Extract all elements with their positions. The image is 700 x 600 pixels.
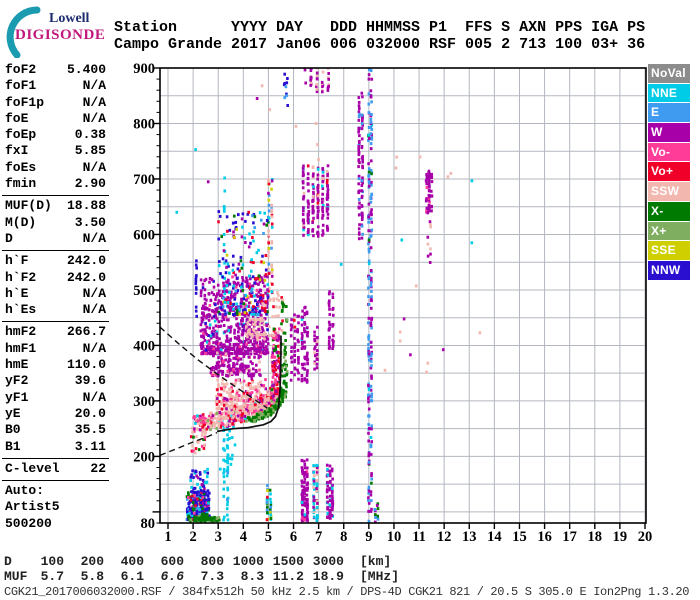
y-tick-label: 500 — [133, 283, 155, 299]
muf-value: 6.6 — [160, 569, 184, 584]
x-tick-label: 17 — [562, 529, 577, 545]
x-tick-label: 9 — [365, 529, 372, 545]
legend-item-sse: SSE — [648, 241, 690, 260]
muf-unit: [MHz] — [360, 569, 400, 584]
muf-value: 5.7 — [40, 569, 64, 584]
status-line: CGK21_2017006032000.RSF / 384fx512h 50 k… — [4, 585, 690, 599]
x-tick-label: 2 — [189, 529, 196, 545]
y-tick-label: 900 — [133, 61, 155, 77]
distance-unit: [km] — [360, 554, 392, 569]
distance-value: 100 — [40, 554, 64, 569]
cluster-rfi-6p9-bottom — [312, 463, 319, 522]
legend-item-vo: Vo- — [648, 142, 690, 162]
cluster-sparse-right — [383, 155, 482, 372]
x-tick-label: 3 — [215, 529, 222, 545]
cluster-rfi-6p4-bottom — [300, 458, 310, 523]
x-tick-label: 11 — [412, 529, 426, 545]
x-tick-label: 6 — [290, 529, 297, 545]
y-tick-label: 800 — [133, 116, 155, 132]
muf-value: 6.1 — [120, 569, 144, 584]
x-tick-label: 19 — [613, 529, 628, 545]
distance-value: 800 — [200, 554, 224, 569]
x-tick-label: 14 — [487, 529, 502, 545]
cluster-sparse-11p4 — [426, 211, 432, 264]
muf-value: 18.9 — [312, 569, 344, 584]
legend-item-x: X- — [648, 201, 690, 221]
cluster-rfi-5p0-low — [265, 484, 273, 522]
cluster-top-specks — [303, 68, 331, 94]
cluster-rfi-9p0-tall — [367, 68, 374, 523]
legend-item-noval: NoVal — [648, 64, 690, 83]
echo-direction-legend: NoVal NNE E W Vo- Vo+ SSW X- X+ SSE NNW — [648, 64, 690, 281]
x-tick-label: 16 — [537, 529, 552, 545]
cluster-trace-top-magenta — [209, 346, 262, 378]
cluster-rfi-6p9-mid — [313, 325, 319, 371]
x-tick-label: 18 — [588, 529, 603, 545]
distance-label: D — [4, 554, 12, 569]
x-tick-label: 8 — [340, 529, 347, 545]
cluster-rfi-2p1-mid — [194, 259, 198, 318]
x-tick-label: 1 — [164, 529, 171, 545]
cluster-rfi-7p4-mid — [327, 290, 335, 350]
cluster-upper-plume-6p5 — [301, 164, 330, 238]
distance-value: 1000 — [232, 554, 264, 569]
muf-value: 11.2 — [272, 569, 304, 584]
distance-row: D 100 200 400 600 800 1000 1500 3000 [km] — [4, 554, 391, 569]
cluster-blob-11p4 — [424, 169, 434, 214]
y-tick-label: 80 — [141, 516, 156, 532]
legend-item-vo: Vo+ — [648, 162, 690, 182]
legend-item-e: E — [648, 103, 690, 123]
legend-item-ssw: SSW — [648, 182, 690, 201]
distance-value: 400 — [120, 554, 144, 569]
x-tick-label: 4 — [240, 529, 247, 545]
legend-item-x: X+ — [648, 221, 690, 241]
x-tick-label: 15 — [512, 529, 527, 545]
x-tick-label: 5 — [265, 529, 272, 545]
distance-value: 3000 — [312, 554, 344, 569]
muf-value: 5.8 — [80, 569, 104, 584]
distance-value: 200 — [80, 554, 104, 569]
muf-label: MUF — [4, 569, 28, 584]
y-tick-label: 700 — [133, 172, 155, 188]
muf-row: MUF 5.7 5.8 6.1 6.6 7.3 8.3 11.2 18.9 [MHz] — [4, 569, 399, 584]
cluster-rfi-7p4-bottom — [325, 463, 335, 520]
distance-value: 1500 — [272, 554, 304, 569]
cluster-rfi-9p3-bottom — [373, 502, 380, 523]
legend-item-nnw: NNW — [648, 260, 690, 280]
cluster-rfi-3p2-low — [222, 426, 230, 522]
cluster-sparse-5p7-top — [282, 72, 289, 107]
x-tick-label: 20 — [638, 529, 653, 545]
y-tick-label: 600 — [133, 227, 155, 243]
muf-value: 7.3 — [200, 569, 224, 584]
distance-value: 600 — [160, 554, 184, 569]
cluster-rfi-8p7 — [357, 91, 364, 241]
x-tick-label: 10 — [387, 529, 402, 545]
line-lower-dashed-profile — [160, 431, 218, 456]
echo-points — [175, 68, 482, 523]
digisonde-ionogram-app: Lowell DIGISONDE Station YYYY DAY DDD HH… — [0, 0, 700, 600]
cluster-magenta-6p1-patch — [289, 313, 300, 382]
x-tick-label: 13 — [462, 529, 477, 545]
cluster-e-upper-sparse — [189, 467, 210, 492]
cluster-rfi-5p0-high — [266, 178, 274, 302]
cluster-stray-dots — [175, 82, 474, 374]
legend-item-w: W — [648, 123, 690, 142]
axis-labels: 900800700600500400300200801 2 3 4 5 6 7 8 9 10 11 1… — [133, 61, 652, 545]
y-tick-label: 400 — [133, 338, 155, 354]
legend-item-nne: NNE — [648, 83, 690, 103]
y-tick-label: 200 — [133, 449, 155, 465]
muf-value: 8.3 — [240, 569, 264, 584]
x-tick-label: 7 — [315, 529, 322, 545]
cluster-f-trace-diffuse — [214, 377, 268, 411]
y-tick-label: 300 — [133, 394, 155, 410]
ionogram-plot: 900800700600500400300200801 2 3 4 5 6 7 8 9 10 11 1… — [133, 61, 652, 545]
x-tick-label: 12 — [437, 529, 452, 545]
